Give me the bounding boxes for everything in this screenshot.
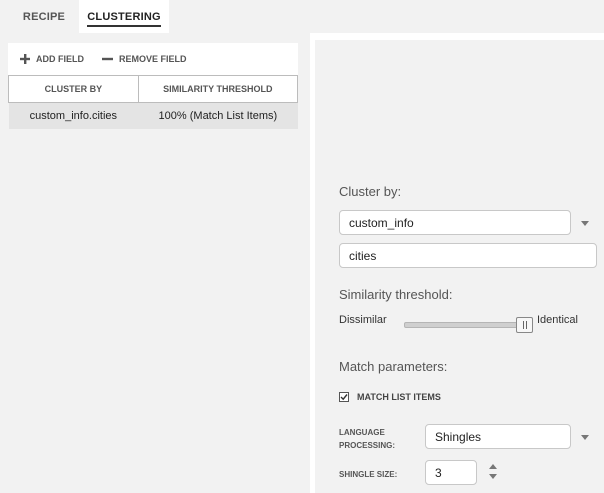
language-processing-select[interactable]: Shingles [425,424,571,449]
add-field-label: ADD FIELD [36,54,84,64]
match-parameters-title: Match parameters: [339,359,448,374]
decrement-icon[interactable] [489,474,497,479]
tab-clustering[interactable]: CLUSTERING [79,0,169,33]
shingle-size-input[interactable]: 3 [425,460,477,485]
table-header-row: CLUSTER BY SIMILARITY THRESHOLD [8,75,299,103]
add-field-button[interactable]: ADD FIELD [20,43,84,75]
tab-recipe[interactable]: RECIPE [14,0,74,33]
language-processing-label: LANGUAGE PROCESSING: [339,428,396,450]
shingle-size-label: SHINGLE SIZE: [339,470,398,479]
column-header-cluster-by[interactable]: CLUSTER BY [8,75,139,103]
table-row[interactable]: custom_info.cities 100% (Match List Item… [8,102,298,129]
match-list-items-checkbox[interactable] [339,392,349,402]
slider-max-label: Identical [537,314,578,326]
cluster-fields-panel: ADD FIELD REMOVE FIELD CLUSTER BY SIMILA… [0,33,310,493]
column-header-similarity-threshold[interactable]: SIMILARITY THRESHOLD [137,75,299,103]
similarity-slider-track[interactable] [404,322,530,328]
cell-cluster-by: custom_info.cities [8,102,139,129]
chevron-down-icon[interactable] [581,221,589,226]
match-list-items-option[interactable]: MATCH LIST ITEMS [339,392,441,402]
shingle-size-stepper[interactable] [488,464,498,482]
chevron-down-icon[interactable] [581,435,589,440]
similarity-slider-handle[interactable] [516,317,533,333]
increment-icon[interactable] [489,464,497,469]
similarity-threshold-title: Similarity threshold: [339,287,453,302]
minus-icon [102,57,113,61]
cluster-field-select[interactable]: custom_info [339,210,571,235]
remove-field-label: REMOVE FIELD [119,54,187,64]
tab-bar: RECIPE CLUSTERING [0,0,604,33]
fields-toolbar: ADD FIELD REMOVE FIELD [8,43,298,75]
cluster-config-panel: Cluster by: custom_info cities Similarit… [315,40,604,493]
cluster-fields-table: CLUSTER BY SIMILARITY THRESHOLD custom_i… [8,75,299,129]
tab-clustering-label: CLUSTERING [87,11,161,27]
cell-similarity-threshold: 100% (Match List Items) [138,102,298,129]
checkmark-icon [340,394,348,401]
match-list-items-label: MATCH LIST ITEMS [357,392,441,402]
slider-min-label: Dissimilar [339,314,387,326]
tab-recipe-label: RECIPE [22,10,66,23]
plus-icon [20,54,30,64]
cluster-by-title: Cluster by: [339,184,402,199]
subfield-input[interactable]: cities [339,243,597,268]
remove-field-button[interactable]: REMOVE FIELD [102,43,187,75]
